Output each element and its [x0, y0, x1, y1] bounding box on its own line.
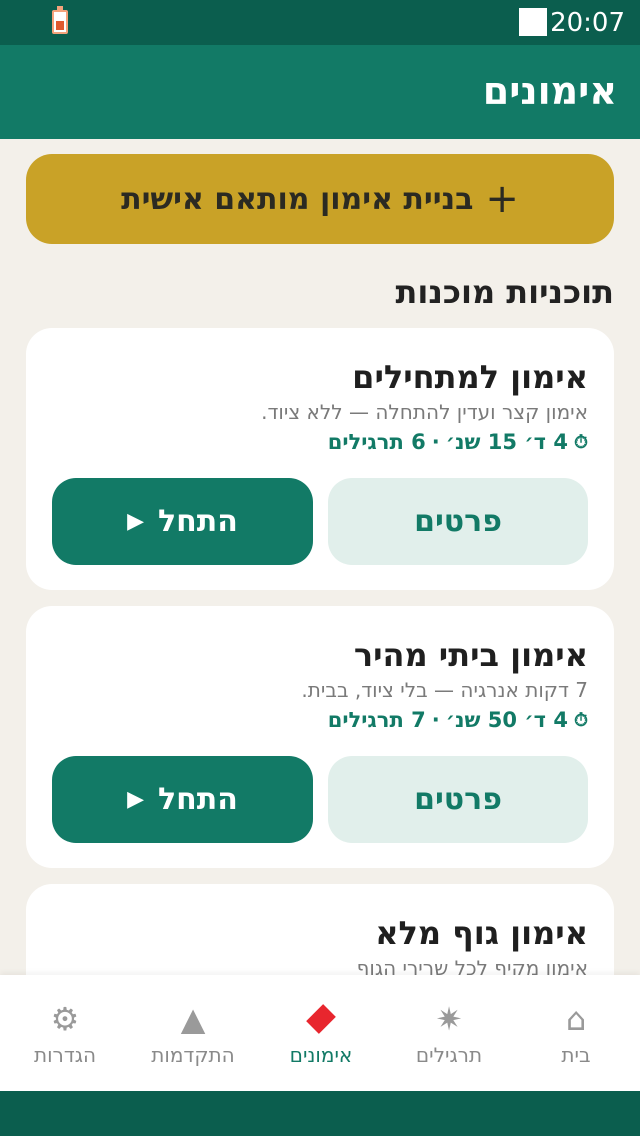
nav-label: תרגילים	[415, 1043, 483, 1067]
workout-exercise-count: 7 תרגילים	[327, 708, 426, 732]
workout-card: אימון ביתי מהיר 7 דקות אנרגיה — בלי ציוד…	[26, 606, 614, 868]
status-bar: 20:07	[0, 0, 640, 45]
bottom-navigation: ⌂ בית ✷ תרגילים אימונים ▲ התקדמות ⚙ הגדר…	[0, 975, 640, 1091]
nav-label: בית	[561, 1043, 591, 1067]
workout-description: אימון קצר ועדין להתחלה — ללא ציוד.	[261, 400, 588, 424]
triangle-icon: ▲	[180, 1000, 206, 1038]
start-button[interactable]: התחל ▶	[52, 478, 313, 565]
nav-item-home[interactable]: ⌂ בית	[512, 975, 640, 1091]
workout-description: אימון מקיף לכל שרירי הגוף	[356, 956, 588, 975]
workout-card: אימון למתחילים אימון קצר ועדין להתחלה — …	[26, 328, 614, 590]
timer-icon: ⏱	[573, 431, 588, 453]
burst-icon: ✷	[435, 1000, 463, 1038]
system-navigation-bar	[0, 1091, 640, 1136]
nav-label: אימונים	[289, 1043, 353, 1067]
build-custom-workout-label: בניית אימון מותאם אישית	[121, 181, 474, 217]
start-button-label: התחל	[158, 504, 238, 539]
play-icon: ▶	[127, 509, 145, 534]
diamond-icon	[257, 1001, 385, 1037]
workout-meta: ⏱ 4 ד׳ 50 שנ׳ · 7 תרגילים	[328, 708, 588, 732]
details-button[interactable]: פרטים	[328, 756, 588, 843]
workout-card: אימון גוף מלא אימון מקיף לכל שרירי הגוף	[26, 884, 614, 975]
main-content[interactable]: + בניית אימון מותאם אישית תוכניות מוכנות…	[0, 139, 640, 975]
nav-item-settings[interactable]: ⚙ הגדרות	[1, 975, 129, 1091]
start-button-label: התחל	[158, 782, 238, 817]
play-icon: ▶	[127, 787, 145, 812]
plus-icon: +	[485, 176, 519, 222]
details-button[interactable]: פרטים	[328, 478, 588, 565]
nav-item-workouts[interactable]: אימונים	[257, 975, 385, 1091]
battery-icon	[52, 6, 68, 34]
meta-separator: ·	[431, 430, 440, 454]
build-custom-workout-button[interactable]: + בניית אימון מותאם אישית	[26, 154, 614, 244]
workout-duration: 4 ד׳ 50 שנ׳	[445, 708, 568, 732]
nav-item-exercises[interactable]: ✷ תרגילים	[385, 975, 513, 1091]
workout-description: 7 דקות אנרגיה — בלי ציוד, בבית.	[301, 678, 588, 702]
meta-separator: ·	[431, 708, 440, 732]
timer-icon: ⏱	[573, 709, 588, 731]
app-bar: אימונים	[0, 45, 640, 139]
workout-meta: ⏱ 4 ד׳ 15 שנ׳ · 6 תרגילים	[328, 430, 588, 454]
workout-title: אימון ביתי מהיר	[353, 636, 588, 674]
nav-item-progress[interactable]: ▲ התקדמות	[129, 975, 257, 1091]
workout-exercise-count: 6 תרגילים	[327, 430, 426, 454]
start-button[interactable]: התחל ▶	[52, 756, 313, 843]
page-title: אימונים	[482, 69, 617, 113]
workout-title: אימון למתחילים	[352, 358, 588, 396]
workout-duration: 4 ד׳ 15 שנ׳	[445, 430, 568, 454]
status-clock: 20:07	[550, 8, 625, 38]
section-title: תוכניות מוכנות	[395, 273, 614, 311]
nav-label: הגדרות	[33, 1043, 97, 1067]
nav-label: התקדמות	[151, 1043, 235, 1067]
workout-title: אימון גוף מלא	[375, 914, 588, 952]
home-icon: ⌂	[565, 1000, 587, 1038]
gear-icon: ⚙	[50, 1000, 80, 1038]
notification-icon	[519, 8, 547, 36]
